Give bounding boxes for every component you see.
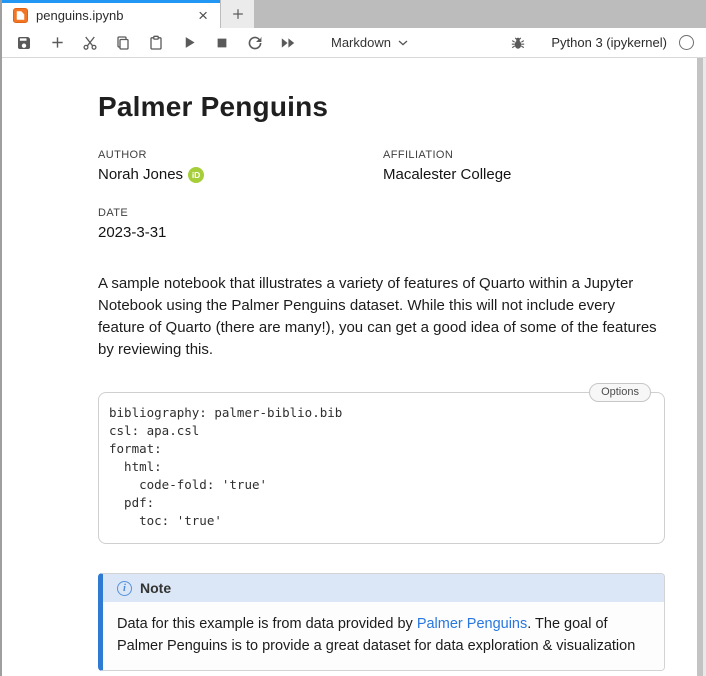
yaml-line: code-fold: 'true' <box>109 476 650 494</box>
chevron-down-icon <box>398 40 408 46</box>
tab-penguins-ipynb[interactable]: penguins.ipynb × <box>2 0 220 28</box>
document-metadata: AUTHOR Norah Jones iD AFFILIATION Macale… <box>98 149 665 241</box>
copy-cells-button[interactable] <box>109 30 137 56</box>
kernel-name[interactable]: Python 3 (ipykernel) <box>551 35 667 50</box>
tab-bar: penguins.ipynb × <box>2 0 706 28</box>
yaml-line: html: <box>109 458 650 476</box>
yaml-line: toc: 'true' <box>109 512 650 530</box>
affiliation-label: AFFILIATION <box>383 149 665 161</box>
bug-icon <box>510 35 526 51</box>
author-label: AUTHOR <box>98 149 383 161</box>
palmer-penguins-link[interactable]: Palmer Penguins <box>417 616 527 632</box>
save-button[interactable] <box>10 30 38 56</box>
date-label: DATE <box>98 207 383 219</box>
yaml-line: pdf: <box>109 494 650 512</box>
info-icon: i <box>117 581 132 596</box>
yaml-line: bibliography: palmer-biblio.bib <box>109 404 650 422</box>
affiliation-block: AFFILIATION Macalester College <box>383 149 665 183</box>
cut-cells-button[interactable] <box>76 30 104 56</box>
orcid-icon[interactable]: iD <box>188 167 204 183</box>
kernel-status-icon[interactable] <box>679 35 694 50</box>
yaml-line: csl: apa.csl <box>109 422 650 440</box>
note-callout-title: Note <box>140 580 171 596</box>
author-block: AUTHOR Norah Jones iD <box>98 149 383 183</box>
paste-cells-button[interactable] <box>142 30 170 56</box>
note-callout-header: i Note <box>103 574 664 602</box>
notebook-content: Palmer Penguins AUTHOR Norah Jones iD AF… <box>2 58 697 676</box>
interrupt-kernel-button[interactable] <box>208 30 236 56</box>
date-value: 2023-3-31 <box>98 224 383 241</box>
jupyterlab-window: penguins.ipynb × <box>0 0 706 676</box>
page-title: Palmer Penguins <box>98 91 665 123</box>
restart-run-all-button[interactable] <box>274 30 302 56</box>
notebook-toolbar: Markdown Python 3 (ipykernel) <box>2 28 706 58</box>
options-button[interactable]: Options <box>589 383 651 402</box>
fast-forward-icon <box>280 35 296 51</box>
note-callout-body: Data for this example is from data provi… <box>103 602 664 670</box>
plus-icon <box>231 7 245 21</box>
play-icon <box>182 35 197 50</box>
yaml-line: format: <box>109 440 650 458</box>
intro-paragraph: A sample notebook that illustrates a var… <box>98 273 665 361</box>
run-cell-button[interactable] <box>175 30 203 56</box>
scissors-icon <box>82 35 98 51</box>
cell-type-dropdown[interactable]: Markdown <box>327 33 412 52</box>
yaml-options-block: Options bibliography: palmer-biblio.bib … <box>98 392 665 544</box>
save-icon <box>16 35 32 51</box>
date-block: DATE 2023-3-31 <box>98 207 383 241</box>
notebook-file-icon <box>13 8 28 23</box>
stop-icon <box>215 36 229 50</box>
close-icon[interactable]: × <box>194 7 212 24</box>
insert-cell-button[interactable] <box>43 30 71 56</box>
cell-type-value: Markdown <box>331 35 391 50</box>
rendered-markdown-cell: Palmer Penguins AUTHOR Norah Jones iD AF… <box>98 91 665 671</box>
copy-icon <box>115 35 131 51</box>
note-text-before-link: Data for this example is from data provi… <box>117 616 417 632</box>
author-name: Norah Jones <box>98 166 183 183</box>
clipboard-icon <box>148 35 164 51</box>
note-callout: i Note Data for this example is from dat… <box>98 573 665 671</box>
new-tab-button[interactable] <box>221 0 254 28</box>
debugger-button[interactable] <box>504 30 532 56</box>
affiliation-value: Macalester College <box>383 166 665 183</box>
plus-icon <box>50 35 65 50</box>
restart-kernel-button[interactable] <box>241 30 269 56</box>
refresh-icon <box>247 35 263 51</box>
tab-title: penguins.ipynb <box>36 8 186 23</box>
